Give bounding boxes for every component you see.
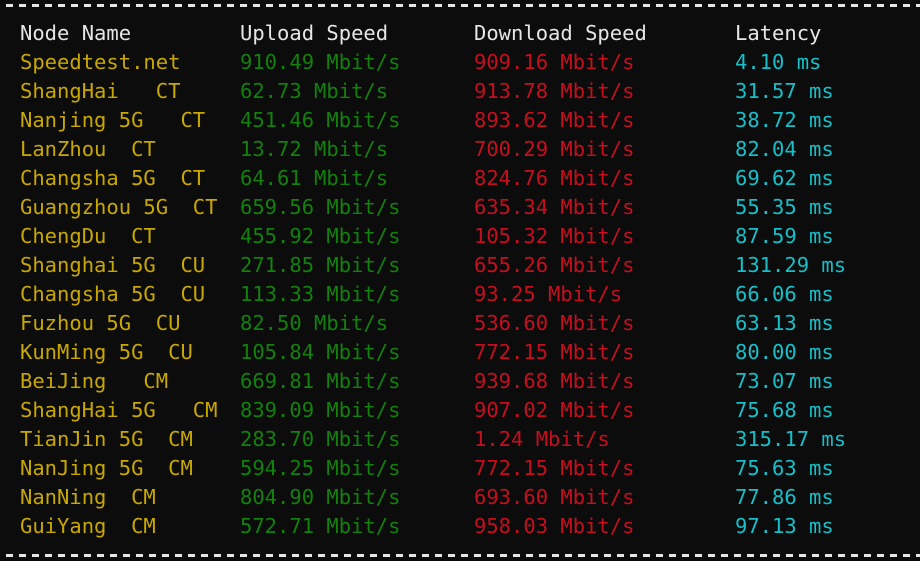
latency-cell: 80.00 ms bbox=[735, 340, 834, 364]
table-row: NanJing 5G CM 594.25 Mbit/s 772.15 Mbit/s 7… bbox=[0, 454, 920, 483]
download-speed-cell: 693.60 Mbit/s bbox=[474, 485, 635, 509]
node-name-cell: Nanjing 5G CT bbox=[20, 108, 206, 132]
table-row: LanZhou CT 13.72 Mbit/s 700.29 Mbit/s 82.04… bbox=[0, 135, 920, 164]
node-name-cell: GuiYang CM bbox=[20, 514, 156, 538]
node-name-cell: Changsha 5G CT bbox=[20, 166, 206, 190]
latency-cell: 31.57 ms bbox=[735, 79, 834, 103]
table-row: ShangHai CT 62.73 Mbit/s 913.78 Mbit/s 31.5… bbox=[0, 77, 920, 106]
header-download-speed: Download Speed bbox=[474, 21, 647, 45]
latency-cell: 315.17 ms bbox=[735, 427, 847, 451]
download-speed-cell: 655.26 Mbit/s bbox=[474, 253, 635, 277]
table-row: TianJin 5G CM 283.70 Mbit/s 1.24 Mbit/s 315… bbox=[0, 425, 920, 454]
upload-speed-cell: 271.85 Mbit/s bbox=[240, 253, 401, 277]
node-name-cell: NanJing 5G CM bbox=[20, 456, 193, 480]
separator-line-bottom bbox=[0, 554, 920, 557]
table-row: BeiJing CM 669.81 Mbit/s 939.68 Mbit/s 73.0… bbox=[0, 367, 920, 396]
latency-cell: 69.62 ms bbox=[735, 166, 834, 190]
download-speed-cell: 958.03 Mbit/s bbox=[474, 514, 635, 538]
upload-speed-cell: 594.25 Mbit/s bbox=[240, 456, 401, 480]
download-speed-cell: 913.78 Mbit/s bbox=[474, 79, 635, 103]
download-speed-cell: 105.32 Mbit/s bbox=[474, 224, 635, 248]
upload-speed-cell: 113.33 Mbit/s bbox=[240, 282, 401, 306]
header-upload-speed: Upload Speed bbox=[240, 21, 389, 45]
separator-line-top bbox=[0, 4, 920, 7]
node-name-cell: NanNing CM bbox=[20, 485, 156, 509]
terminal-window: Node Name Upload Speed Download Speed La… bbox=[0, 0, 920, 561]
node-name-cell: BeiJing CM bbox=[20, 369, 169, 393]
table-row: Changsha 5G CT 64.61 Mbit/s 824.76 Mbit/s 6… bbox=[0, 164, 920, 193]
node-name-cell: ShangHai 5G CM bbox=[20, 398, 218, 422]
table-row: Fuzhou 5G CU 82.50 Mbit/s 536.60 Mbit/s 63.… bbox=[0, 309, 920, 338]
table-row: Nanjing 5G CT 451.46 Mbit/s 893.62 Mbit/s 3… bbox=[0, 106, 920, 135]
latency-cell: 55.35 ms bbox=[735, 195, 834, 219]
latency-cell: 4.10 ms bbox=[735, 50, 822, 74]
table-row: Speedtest.net 910.49 Mbit/s 909.16 Mbit/s 4… bbox=[0, 48, 920, 77]
node-name-cell: Changsha 5G CU bbox=[20, 282, 206, 306]
upload-speed-cell: 283.70 Mbit/s bbox=[240, 427, 401, 451]
latency-cell: 131.29 ms bbox=[735, 253, 847, 277]
upload-speed-cell: 105.84 Mbit/s bbox=[240, 340, 401, 364]
download-speed-cell: 907.02 Mbit/s bbox=[474, 398, 635, 422]
latency-cell: 38.72 ms bbox=[735, 108, 834, 132]
table-row: GuiYang CM 572.71 Mbit/s 958.03 Mbit/s 97.1… bbox=[0, 512, 920, 541]
upload-speed-cell: 82.50 Mbit/s bbox=[240, 311, 389, 335]
latency-cell: 82.04 ms bbox=[735, 137, 834, 161]
download-speed-cell: 824.76 Mbit/s bbox=[474, 166, 635, 190]
download-speed-cell: 700.29 Mbit/s bbox=[474, 137, 635, 161]
node-name-cell: LanZhou CT bbox=[20, 137, 156, 161]
table-row: Guangzhou 5G CT 659.56 Mbit/s 635.34 Mbit/… bbox=[0, 193, 920, 222]
node-name-cell: Fuzhou 5G CU bbox=[20, 311, 181, 335]
header-node-name: Node Name bbox=[20, 21, 132, 45]
table-row: KunMing 5G CU 105.84 Mbit/s 772.15 Mbit/s 8… bbox=[0, 338, 920, 367]
latency-cell: 63.13 ms bbox=[735, 311, 834, 335]
latency-cell: 87.59 ms bbox=[735, 224, 834, 248]
node-name-cell: TianJin 5G CM bbox=[20, 427, 193, 451]
upload-speed-cell: 659.56 Mbit/s bbox=[240, 195, 401, 219]
upload-speed-cell: 669.81 Mbit/s bbox=[240, 369, 401, 393]
table-row: ShangHai 5G CM 839.09 Mbit/s 907.02 Mbit/s… bbox=[0, 396, 920, 425]
latency-cell: 75.68 ms bbox=[735, 398, 834, 422]
node-name-cell: ChengDu CT bbox=[20, 224, 156, 248]
header-latency: Latency bbox=[735, 21, 822, 45]
table-row: ChengDu CT 455.92 Mbit/s 105.32 Mbit/s 87.5… bbox=[0, 222, 920, 251]
download-speed-cell: 93.25 Mbit/s bbox=[474, 282, 623, 306]
table-row: NanNing CM 804.90 Mbit/s 693.60 Mbit/s 77.8… bbox=[0, 483, 920, 512]
download-speed-cell: 939.68 Mbit/s bbox=[474, 369, 635, 393]
download-speed-cell: 536.60 Mbit/s bbox=[474, 311, 635, 335]
download-speed-cell: 772.15 Mbit/s bbox=[474, 456, 635, 480]
node-name-cell: Shanghai 5G CU bbox=[20, 253, 206, 277]
download-speed-cell: 909.16 Mbit/s bbox=[474, 50, 635, 74]
latency-cell: 97.13 ms bbox=[735, 514, 834, 538]
upload-speed-cell: 455.92 Mbit/s bbox=[240, 224, 401, 248]
node-name-cell: KunMing 5G CU bbox=[20, 340, 193, 364]
download-speed-cell: 1.24 Mbit/s bbox=[474, 427, 610, 451]
upload-speed-cell: 64.61 Mbit/s bbox=[240, 166, 389, 190]
upload-speed-cell: 13.72 Mbit/s bbox=[240, 137, 389, 161]
latency-cell: 73.07 ms bbox=[735, 369, 834, 393]
node-name-cell: ShangHai CT bbox=[20, 79, 181, 103]
upload-speed-cell: 910.49 Mbit/s bbox=[240, 50, 401, 74]
download-speed-cell: 893.62 Mbit/s bbox=[474, 108, 635, 132]
latency-cell: 77.86 ms bbox=[735, 485, 834, 509]
latency-cell: 75.63 ms bbox=[735, 456, 834, 480]
node-name-cell: Speedtest.net bbox=[20, 50, 181, 74]
node-name-cell: Guangzhou 5G CT bbox=[20, 195, 218, 219]
upload-speed-cell: 804.90 Mbit/s bbox=[240, 485, 401, 509]
download-speed-cell: 772.15 Mbit/s bbox=[474, 340, 635, 364]
upload-speed-cell: 839.09 Mbit/s bbox=[240, 398, 401, 422]
upload-speed-cell: 572.71 Mbit/s bbox=[240, 514, 401, 538]
download-speed-cell: 635.34 Mbit/s bbox=[474, 195, 635, 219]
upload-speed-cell: 62.73 Mbit/s bbox=[240, 79, 389, 103]
table-header: Node Name Upload Speed Download Speed La… bbox=[0, 19, 920, 48]
upload-speed-cell: 451.46 Mbit/s bbox=[240, 108, 401, 132]
table-row: Changsha 5G CU 113.33 Mbit/s 93.25 Mbit/s 6… bbox=[0, 280, 920, 309]
table-row: Shanghai 5G CU 271.85 Mbit/s 655.26 Mbit/s… bbox=[0, 251, 920, 280]
latency-cell: 66.06 ms bbox=[735, 282, 834, 306]
